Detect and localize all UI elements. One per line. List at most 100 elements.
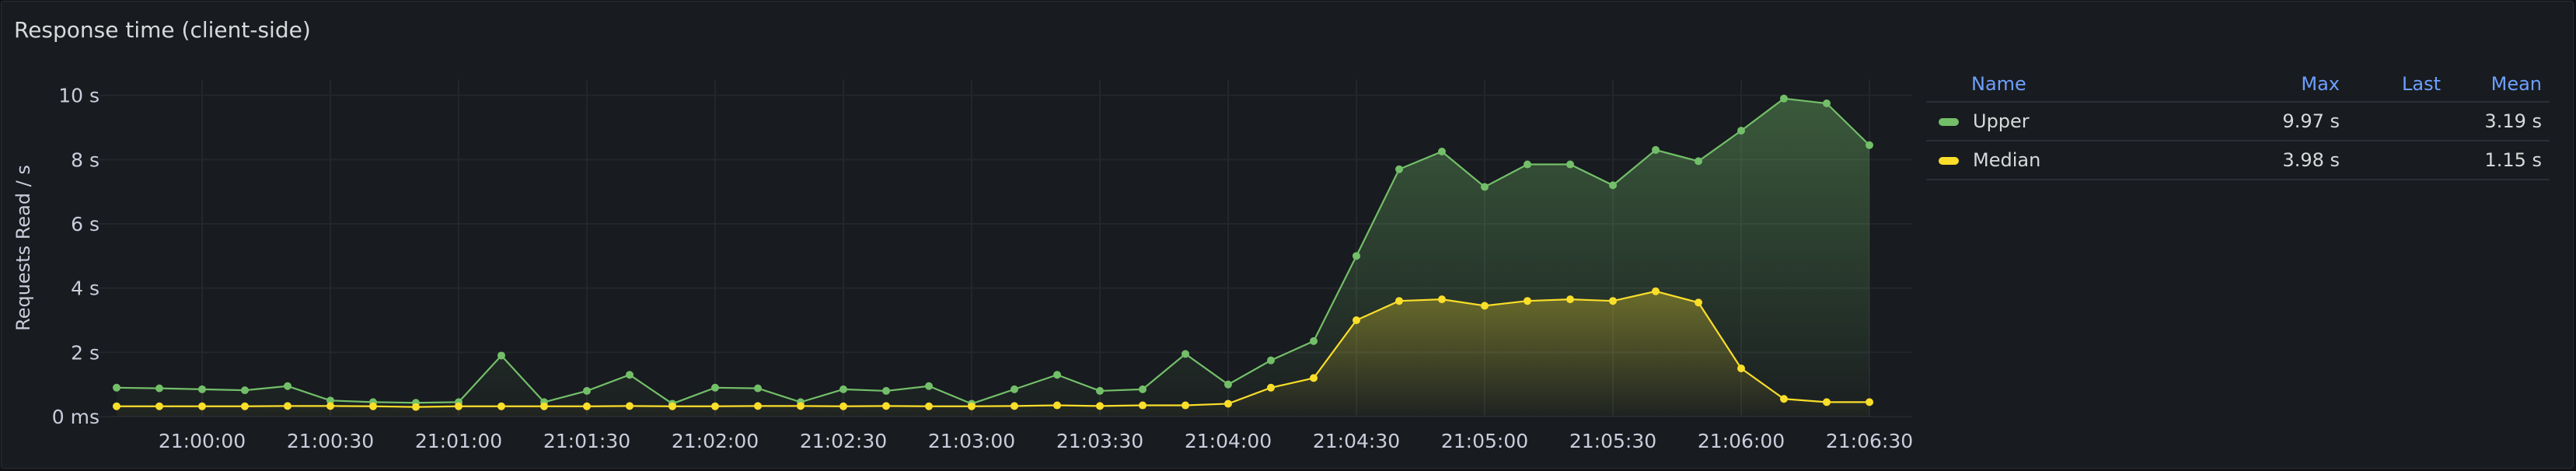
data-point[interactable] xyxy=(1182,350,1189,358)
data-point[interactable] xyxy=(583,402,591,410)
data-point[interactable] xyxy=(1310,374,1318,382)
x-tick-label: 21:01:30 xyxy=(543,430,630,452)
data-point[interactable] xyxy=(497,351,505,360)
data-point[interactable] xyxy=(1310,337,1318,345)
data-point[interactable] xyxy=(711,383,719,392)
data-point[interactable] xyxy=(540,402,548,410)
x-tick-label: 21:05:00 xyxy=(1441,430,1528,452)
data-point[interactable] xyxy=(241,386,249,395)
data-point[interactable] xyxy=(583,386,591,395)
data-point[interactable] xyxy=(882,402,890,410)
data-point[interactable] xyxy=(198,402,206,410)
data-point[interactable] xyxy=(455,402,462,410)
x-tick-label: 21:04:30 xyxy=(1313,430,1400,452)
data-point[interactable] xyxy=(968,402,976,410)
y-tick-label: 8 s xyxy=(71,148,99,171)
data-point[interactable] xyxy=(1481,302,1489,310)
data-point[interactable] xyxy=(497,402,505,410)
data-point[interactable] xyxy=(1395,165,1403,173)
data-point[interactable] xyxy=(1695,298,1702,307)
data-point[interactable] xyxy=(241,402,249,410)
legend-row-upper[interactable]: Upper 9.97 s 3.19 s xyxy=(1926,102,2550,141)
data-point[interactable] xyxy=(412,403,420,411)
legend-series-name: Median xyxy=(1973,149,2041,171)
x-tick-label: 21:03:30 xyxy=(1056,430,1143,452)
data-point[interactable] xyxy=(1182,401,1189,410)
data-point[interactable] xyxy=(839,385,847,393)
data-point[interactable] xyxy=(1566,160,1574,169)
y-tick-label: 2 s xyxy=(71,341,99,364)
data-point[interactable] xyxy=(1609,181,1617,190)
legend-max-value: 9.97 s xyxy=(2200,102,2347,141)
data-point[interactable] xyxy=(797,402,805,410)
data-point[interactable] xyxy=(626,371,634,379)
data-point[interactable] xyxy=(155,384,163,392)
data-point[interactable] xyxy=(1652,287,1660,295)
data-point[interactable] xyxy=(1011,402,1018,410)
data-point[interactable] xyxy=(754,402,762,410)
data-point[interactable] xyxy=(1353,316,1360,324)
data-point[interactable] xyxy=(1481,183,1489,191)
data-point[interactable] xyxy=(1780,395,1788,403)
legend-max-value: 3.98 s xyxy=(2200,141,2347,180)
data-point[interactable] xyxy=(1737,127,1745,135)
data-point[interactable] xyxy=(1267,383,1275,392)
data-point[interactable] xyxy=(369,402,377,410)
y-axis-ticks: 0 ms 2 s 4 s 6 s 8 s 10 s xyxy=(52,85,99,428)
legend-header-last[interactable]: Last xyxy=(2347,68,2449,103)
data-point[interactable] xyxy=(1566,295,1574,304)
x-tick-label: 21:00:00 xyxy=(159,430,246,452)
data-point[interactable] xyxy=(1695,157,1702,166)
data-point[interactable] xyxy=(1780,94,1788,103)
y-tick-label: 6 s xyxy=(71,213,99,236)
data-point[interactable] xyxy=(1267,356,1275,365)
data-point[interactable] xyxy=(113,402,120,410)
data-point[interactable] xyxy=(1438,295,1446,304)
data-point[interactable] xyxy=(1652,145,1660,154)
data-point[interactable] xyxy=(284,402,291,410)
x-tick-label: 21:01:00 xyxy=(415,430,502,452)
data-point[interactable] xyxy=(1353,252,1360,260)
data-point[interactable] xyxy=(1053,371,1061,379)
data-point[interactable] xyxy=(882,386,890,395)
legend-header-name[interactable]: Name xyxy=(1926,68,2200,103)
data-point[interactable] xyxy=(1524,297,1531,305)
data-point[interactable] xyxy=(1096,402,1104,410)
data-point[interactable] xyxy=(1395,297,1403,305)
data-point[interactable] xyxy=(925,382,933,390)
data-point[interactable] xyxy=(326,402,334,410)
legend-mean-value: 1.15 s xyxy=(2449,141,2550,180)
data-point[interactable] xyxy=(1438,148,1446,155)
data-point[interactable] xyxy=(1524,160,1531,169)
data-point[interactable] xyxy=(284,382,291,390)
data-point[interactable] xyxy=(1866,141,1873,149)
legend-mean-value: 3.19 s xyxy=(2449,102,2550,141)
y-tick-label: 10 s xyxy=(58,85,99,107)
data-point[interactable] xyxy=(668,402,676,410)
data-point[interactable] xyxy=(1823,99,1831,107)
data-point[interactable] xyxy=(113,383,120,392)
data-point[interactable] xyxy=(711,402,719,410)
data-point[interactable] xyxy=(1139,401,1147,410)
data-point[interactable] xyxy=(754,384,762,392)
x-tick-label: 21:06:30 xyxy=(1826,430,1913,452)
legend-row-median[interactable]: Median 3.98 s 1.15 s xyxy=(1926,141,2550,180)
data-point[interactable] xyxy=(626,402,634,410)
data-point[interactable] xyxy=(839,402,847,410)
data-point[interactable] xyxy=(1224,399,1232,408)
legend-header-mean[interactable]: Mean xyxy=(2449,68,2550,103)
data-point[interactable] xyxy=(1053,401,1061,410)
legend-header-max[interactable]: Max xyxy=(2200,68,2347,103)
data-point[interactable] xyxy=(198,385,206,393)
data-point[interactable] xyxy=(1224,380,1232,389)
data-point[interactable] xyxy=(1823,398,1831,406)
data-point[interactable] xyxy=(1737,365,1745,372)
data-point[interactable] xyxy=(1139,385,1147,393)
data-point[interactable] xyxy=(1866,398,1873,406)
data-point[interactable] xyxy=(1096,386,1104,395)
data-point[interactable] xyxy=(1011,385,1018,393)
y-tick-label: 0 ms xyxy=(52,406,99,428)
data-point[interactable] xyxy=(925,402,933,410)
data-point[interactable] xyxy=(1609,297,1617,305)
data-point[interactable] xyxy=(155,402,163,410)
